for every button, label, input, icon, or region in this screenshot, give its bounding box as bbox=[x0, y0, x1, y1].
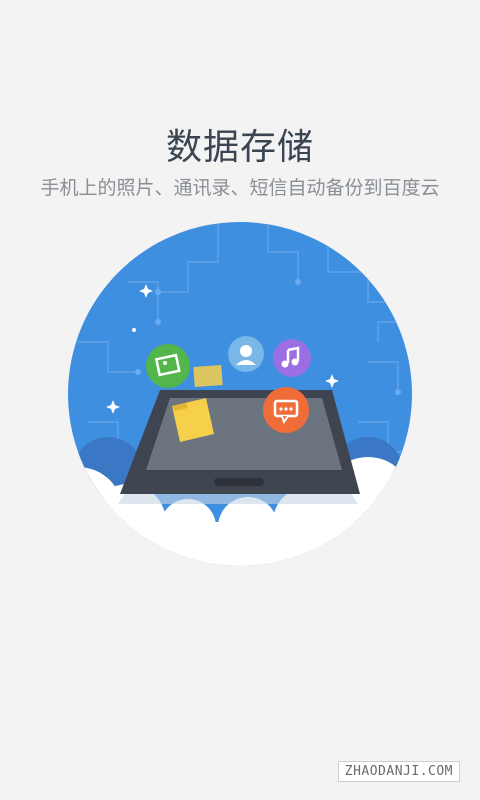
phone-home-button bbox=[214, 478, 264, 486]
contacts-bubble bbox=[228, 336, 264, 372]
music-bubble bbox=[273, 339, 311, 377]
message-bubble bbox=[263, 387, 309, 433]
folder-small-icon bbox=[193, 365, 223, 387]
page-title: 数据存储 bbox=[165, 127, 314, 168]
backup-illustration bbox=[68, 222, 412, 566]
page-subtitle: 手机上的照片、通讯录、短信自动备份到百度云 bbox=[40, 177, 440, 199]
watermark-label: ZHAODANJI.COM bbox=[337, 761, 460, 782]
contacts-icon bbox=[240, 345, 252, 357]
photo-bubble bbox=[146, 344, 190, 388]
